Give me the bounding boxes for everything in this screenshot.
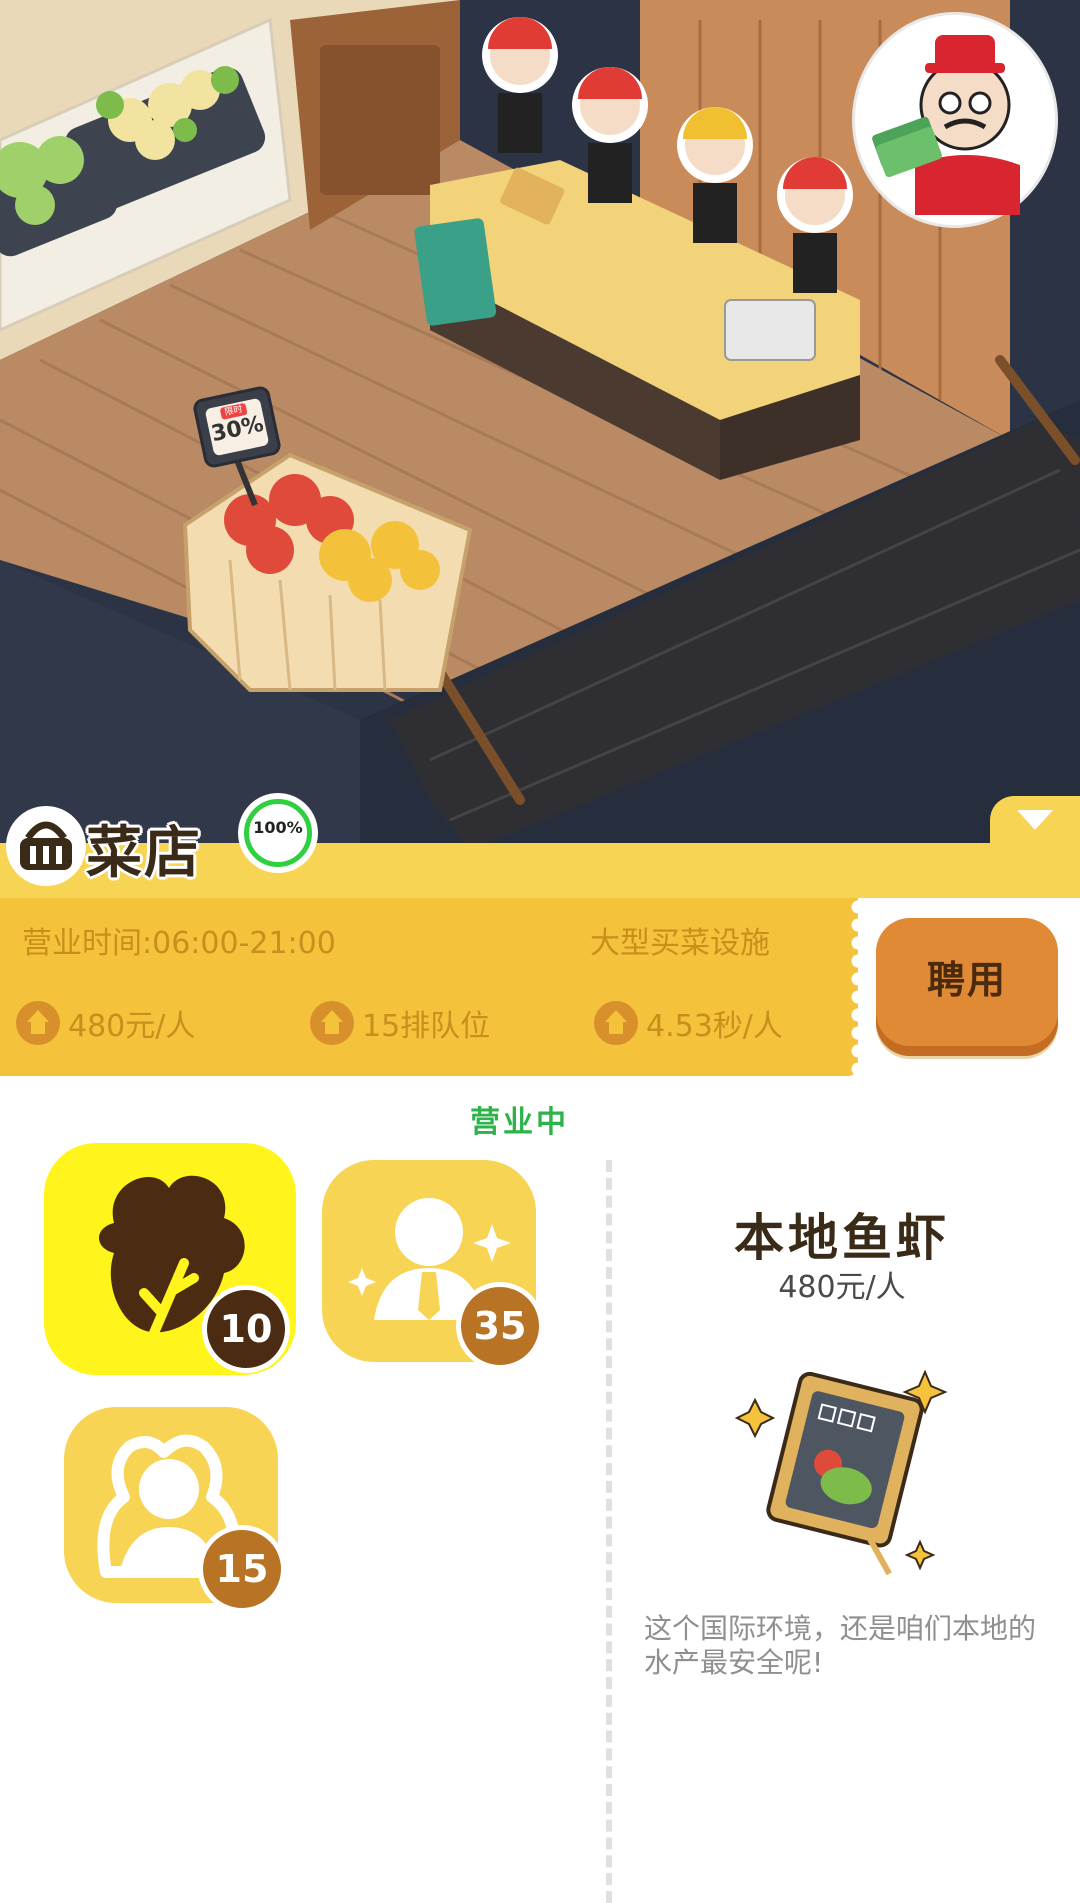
discount-tag-value: 30% bbox=[209, 411, 266, 448]
tile-customer-badge: 15 bbox=[198, 1525, 286, 1613]
house-icon bbox=[16, 1001, 60, 1045]
boss-avatar-icon bbox=[872, 35, 1020, 215]
tile-customer[interactable]: 15 bbox=[64, 1407, 286, 1613]
boss-bubble[interactable] bbox=[852, 12, 1058, 228]
stat-price-text: 480元/人 bbox=[68, 1009, 196, 1044]
chevron-down-icon[interactable] bbox=[1017, 810, 1053, 830]
item-description: 这个国际环境，还是咱们本地的水产最安全呢! bbox=[644, 1612, 1037, 1679]
business-hours: 营业时间:06:00-21:00 bbox=[22, 926, 336, 961]
tile-vegetable-badge: 10 bbox=[202, 1285, 290, 1373]
shop-progress-text: 100% bbox=[253, 818, 303, 837]
item-price: 480元/人 bbox=[778, 1270, 906, 1305]
stat-speed: 4.53秒/人 bbox=[594, 1000, 783, 1046]
tile-vegetable[interactable]: 10 bbox=[44, 1143, 296, 1375]
shop-progress-ring: 100% bbox=[238, 793, 318, 873]
item-name: 本地鱼虾 bbox=[734, 1209, 950, 1267]
house-icon bbox=[310, 1001, 354, 1045]
stat-price: 480元/人 bbox=[16, 1000, 195, 1046]
tile-staff[interactable]: 35 bbox=[322, 1160, 544, 1370]
shop-status: 营业中 bbox=[470, 1105, 569, 1140]
panel-divider bbox=[606, 1160, 612, 1903]
house-icon bbox=[594, 1001, 638, 1045]
facility-label: 大型买菜设施 bbox=[590, 926, 770, 961]
shop-title: 菜店 bbox=[86, 821, 202, 886]
stat-queue-text: 15排队位 bbox=[362, 1009, 491, 1044]
basket-icon bbox=[6, 806, 86, 886]
stat-queue: 15排队位 bbox=[310, 1000, 490, 1046]
menu-board-icon bbox=[735, 1369, 948, 1576]
hire-button[interactable]: 聘用 bbox=[876, 918, 1058, 1056]
stat-speed-text: 4.53秒/人 bbox=[646, 1009, 783, 1044]
tile-staff-badge: 35 bbox=[456, 1282, 544, 1370]
shop-scene[interactable]: 限时 30% bbox=[0, 0, 1080, 850]
